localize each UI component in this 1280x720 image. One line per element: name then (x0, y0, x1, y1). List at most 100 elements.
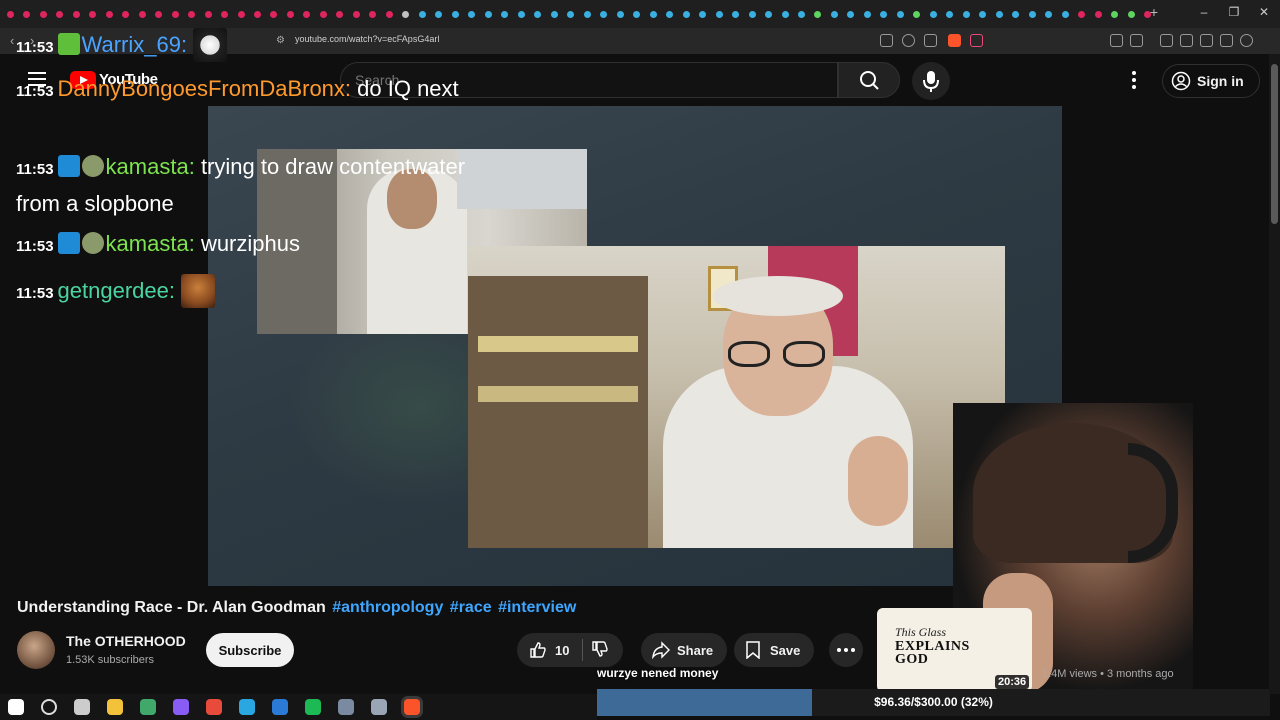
app-icon[interactable] (338, 699, 354, 715)
browser-tab[interactable] (218, 8, 230, 20)
browser-tab[interactable] (301, 8, 313, 20)
browser-tab[interactable] (1026, 8, 1038, 20)
browser-tab[interactable] (202, 8, 214, 20)
browser-tab[interactable] (1043, 8, 1055, 20)
like-button[interactable]: 10 (517, 641, 582, 659)
browser-tab[interactable] (762, 8, 774, 20)
edge-icon[interactable] (272, 699, 288, 715)
browser-tab[interactable] (103, 8, 115, 20)
browser-tab[interactable] (136, 8, 148, 20)
browser-tab[interactable] (367, 8, 379, 20)
zoom-icon[interactable] (902, 34, 915, 47)
browser-tab[interactable] (812, 8, 824, 20)
hashtag-link[interactable]: #interview (498, 599, 576, 616)
browser-tab[interactable] (861, 8, 873, 20)
share-page-icon[interactable] (924, 34, 937, 47)
voice-search-button[interactable] (912, 62, 950, 100)
channel-name[interactable]: The OTHERHOOD (66, 633, 186, 649)
browser-tab[interactable] (597, 8, 609, 20)
browser-tab[interactable] (564, 8, 576, 20)
browser-tab[interactable] (70, 8, 82, 20)
chat-username[interactable]: kamasta (106, 231, 189, 256)
brave-icon[interactable] (404, 699, 420, 715)
browser-tab[interactable] (713, 8, 725, 20)
brave-shields-icon[interactable] (948, 34, 961, 47)
channel-avatar[interactable] (17, 631, 55, 669)
file-explorer-icon[interactable] (107, 699, 123, 715)
browser-tab[interactable] (449, 8, 461, 20)
cast-icon[interactable] (880, 34, 893, 47)
browser-tab[interactable] (152, 8, 164, 20)
browser-tab[interactable] (499, 8, 511, 20)
browser-tab[interactable] (433, 8, 445, 20)
minimize-button[interactable]: – (1196, 5, 1212, 19)
more-actions-button[interactable] (829, 633, 863, 667)
browser-tab[interactable] (614, 8, 626, 20)
browser-tab[interactable] (696, 8, 708, 20)
browser-tab[interactable] (894, 8, 906, 20)
task-view-icon[interactable] (74, 699, 90, 715)
browser-tab[interactable] (251, 8, 263, 20)
scrollbar-thumb[interactable] (1271, 64, 1278, 224)
browser-tab[interactable] (1010, 8, 1022, 20)
browser-tab[interactable] (845, 8, 857, 20)
new-tab-button[interactable]: + (1146, 4, 1162, 22)
browser-tab[interactable] (284, 8, 296, 20)
browser-tab[interactable] (1059, 8, 1071, 20)
browser-tab[interactable] (911, 8, 923, 20)
settings-menu-icon[interactable] (1126, 68, 1142, 92)
browser-tab[interactable] (680, 8, 692, 20)
browser-tab[interactable] (647, 8, 659, 20)
browser-tab[interactable] (548, 8, 560, 20)
maximize-button[interactable]: ❐ (1226, 5, 1242, 19)
browser-tab[interactable] (828, 8, 840, 20)
hashtag-link[interactable]: #race (450, 599, 492, 616)
browser-tab[interactable] (779, 8, 791, 20)
subscribe-button[interactable]: Subscribe (206, 633, 294, 667)
discord-icon[interactable] (173, 699, 189, 715)
close-window-button[interactable]: ✕ (1256, 5, 1272, 19)
chat-username[interactable]: getngerdee (58, 278, 169, 303)
wallet-icon[interactable] (1200, 34, 1213, 47)
app-icon[interactable] (140, 699, 156, 715)
hashtag-link[interactable]: #anthropology (332, 599, 443, 616)
extension-icon[interactable] (1130, 34, 1143, 47)
browser-tab[interactable] (400, 8, 412, 20)
browser-tab[interactable] (482, 8, 494, 20)
browser-tab[interactable] (334, 8, 346, 20)
extensions-icon[interactable] (1220, 34, 1233, 47)
browser-tab[interactable] (795, 8, 807, 20)
start-icon[interactable] (8, 699, 24, 715)
browser-tab[interactable] (581, 8, 593, 20)
page-scrollbar[interactable] (1269, 54, 1280, 694)
browser-tab[interactable] (86, 8, 98, 20)
browser-tab[interactable] (515, 8, 527, 20)
browser-tab[interactable] (960, 8, 972, 20)
browser-tab[interactable] (268, 8, 280, 20)
browser-tab[interactable] (4, 8, 16, 20)
media-icon[interactable] (1160, 34, 1173, 47)
chrome-icon[interactable] (206, 699, 222, 715)
browser-tab[interactable] (729, 8, 741, 20)
vpn-icon[interactable] (1240, 34, 1253, 47)
browser-tab[interactable] (630, 8, 642, 20)
rewards-icon[interactable] (970, 34, 983, 47)
chat-username[interactable]: DannyBongoesFromDaBronx (58, 76, 345, 101)
app-icon[interactable] (239, 699, 255, 715)
search-button[interactable] (838, 62, 900, 98)
browser-tab[interactable] (1108, 8, 1120, 20)
browser-tab[interactable] (993, 8, 1005, 20)
sign-in-button[interactable]: Sign in (1162, 64, 1260, 98)
browser-tab[interactable] (20, 8, 32, 20)
chat-username[interactable]: kamasta (106, 154, 189, 179)
browser-tab[interactable] (1125, 8, 1137, 20)
browser-tab[interactable] (119, 8, 131, 20)
app-icon[interactable] (371, 699, 387, 715)
browser-tab[interactable] (235, 8, 247, 20)
browser-tab[interactable] (350, 8, 362, 20)
menu-icon[interactable] (1260, 34, 1273, 47)
share-button[interactable]: Share (641, 633, 727, 667)
browser-tab[interactable] (977, 8, 989, 20)
browser-tab[interactable] (169, 8, 181, 20)
browser-tab[interactable] (466, 8, 478, 20)
